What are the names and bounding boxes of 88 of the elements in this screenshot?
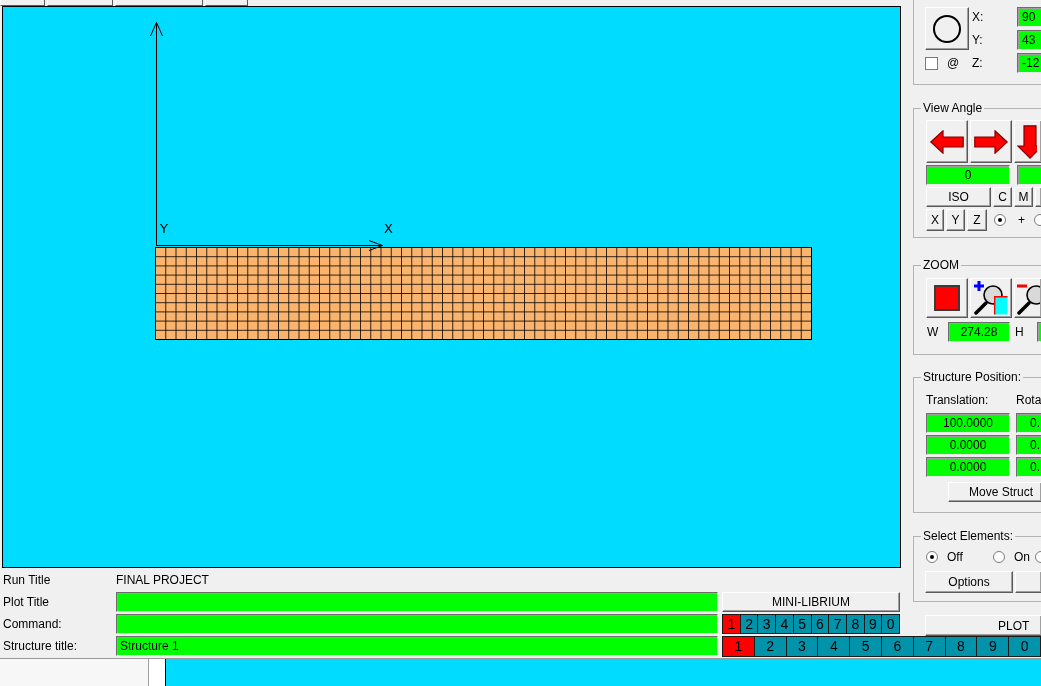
coordinate-field[interactable]: 90 bbox=[1017, 7, 1041, 27]
number-tab[interactable]: 6 bbox=[882, 636, 914, 657]
number-tab[interactable]: 7 bbox=[913, 636, 946, 657]
right-arrow-icon bbox=[974, 129, 1008, 154]
text-field[interactable] bbox=[116, 614, 718, 634]
position-field[interactable]: 0. bbox=[1016, 413, 1041, 433]
view-button[interactable]: M bbox=[1014, 187, 1033, 207]
checkbox-label: @ bbox=[947, 55, 960, 72]
checkbox[interactable] bbox=[925, 56, 938, 70]
square-icon bbox=[934, 285, 960, 311]
radio-button[interactable] bbox=[1034, 214, 1041, 226]
width-label: W bbox=[926, 324, 940, 341]
view-button[interactable] bbox=[1035, 187, 1041, 207]
down-arrow-icon bbox=[1017, 124, 1037, 159]
menu-button[interactable] bbox=[205, 0, 248, 6]
coordinate-field[interactable]: -12 bbox=[1017, 53, 1041, 73]
radio-button[interactable] bbox=[993, 551, 1005, 563]
position-field[interactable]: 0.0000 bbox=[926, 435, 1010, 455]
number-tab[interactable]: 3 bbox=[758, 614, 777, 634]
number-tab[interactable]: 5 bbox=[850, 636, 882, 657]
left-arrow-button[interactable] bbox=[926, 120, 968, 163]
row-label: Command: bbox=[2, 616, 63, 633]
element-button[interactable] bbox=[1015, 571, 1041, 593]
zoom-in-button[interactable] bbox=[970, 278, 1012, 318]
height-label: H bbox=[1014, 324, 1025, 341]
group-title: Select Elements: bbox=[922, 529, 1015, 543]
radio-label: Off bbox=[947, 549, 963, 565]
width-field[interactable]: 274.28 bbox=[948, 322, 1010, 342]
row-label: Plot Title bbox=[2, 594, 51, 611]
left-arrow-icon bbox=[930, 129, 964, 154]
zoom-button[interactable] bbox=[926, 278, 968, 318]
row-label: Run Title bbox=[2, 572, 52, 589]
group-title: Structure Position: bbox=[922, 370, 1023, 384]
number-tab[interactable]: 4 bbox=[818, 636, 851, 657]
text-field[interactable] bbox=[116, 592, 718, 612]
number-tab[interactable]: 0 bbox=[1009, 636, 1041, 657]
coordinate-label: X: bbox=[971, 9, 985, 26]
number-tab[interactable]: 9 bbox=[977, 636, 1010, 657]
view-button[interactable]: C bbox=[993, 187, 1012, 207]
magnifier-plus-icon bbox=[974, 281, 1008, 315]
radio-button[interactable] bbox=[1035, 551, 1041, 563]
radio-label: + bbox=[1018, 212, 1025, 228]
text-field[interactable]: Structure 1 bbox=[116, 636, 718, 656]
move-button[interactable]: Move Struct bbox=[948, 482, 1041, 502]
number-tab[interactable]: 4 bbox=[776, 614, 794, 634]
group-title: View Angle bbox=[922, 101, 984, 115]
number-tab[interactable]: 7 bbox=[829, 614, 847, 634]
mini-librium-button[interactable]: MINI-LIBRIUM bbox=[722, 592, 900, 612]
column-heading: Rota bbox=[1016, 392, 1041, 408]
position-field[interactable]: 0. bbox=[1016, 435, 1041, 455]
coordinate-label: Z: bbox=[971, 55, 984, 72]
position-field[interactable]: 0. bbox=[1016, 457, 1041, 477]
circle-icon bbox=[933, 14, 961, 43]
zoom-out-button[interactable] bbox=[1014, 278, 1041, 318]
axis-button[interactable]: X bbox=[926, 209, 944, 231]
column-heading: Translation: bbox=[926, 392, 990, 408]
angle-field[interactable] bbox=[1017, 165, 1041, 185]
number-tab[interactable]: 2 bbox=[754, 636, 787, 657]
height-field[interactable] bbox=[1037, 322, 1041, 342]
axis-button[interactable]: Z bbox=[967, 209, 987, 231]
menu-button[interactable] bbox=[115, 0, 203, 6]
position-field[interactable]: 100.0000 bbox=[926, 413, 1010, 433]
number-tab[interactable]: 8 bbox=[945, 636, 978, 657]
options-button[interactable]: Options bbox=[925, 571, 1013, 593]
number-tab[interactable]: 1 bbox=[722, 614, 741, 634]
run-title-value: FINAL PROJECT bbox=[116, 572, 209, 589]
radio-label: On bbox=[1014, 549, 1030, 565]
number-tab[interactable]: 0 bbox=[882, 614, 901, 634]
axis-button[interactable]: Y bbox=[946, 209, 965, 231]
radio-button[interactable] bbox=[994, 214, 1006, 226]
plot-button[interactable]: PLOT bbox=[925, 615, 1041, 636]
right-arrow-button[interactable] bbox=[970, 120, 1012, 163]
radio-button[interactable] bbox=[926, 551, 938, 563]
menu-button[interactable] bbox=[47, 0, 113, 6]
number-tab[interactable]: 3 bbox=[786, 636, 819, 657]
coordinate-label: Y: bbox=[971, 32, 984, 49]
position-field[interactable]: 0.0000 bbox=[926, 457, 1010, 477]
number-tab[interactable]: 1 bbox=[722, 636, 755, 657]
view-button[interactable]: ISO bbox=[926, 187, 991, 207]
row-label: Structure title: bbox=[2, 638, 79, 655]
axis-label: Y bbox=[160, 221, 168, 236]
angle-field[interactable]: 0 bbox=[926, 165, 1010, 185]
down-arrow-button[interactable] bbox=[1014, 120, 1041, 163]
group-title: ZOOM bbox=[922, 258, 960, 272]
view-centre-button[interactable] bbox=[925, 7, 969, 50]
menu-button[interactable] bbox=[0, 0, 45, 6]
axis-label: X bbox=[384, 221, 393, 236]
coordinate-field[interactable]: 43 bbox=[1017, 30, 1041, 50]
